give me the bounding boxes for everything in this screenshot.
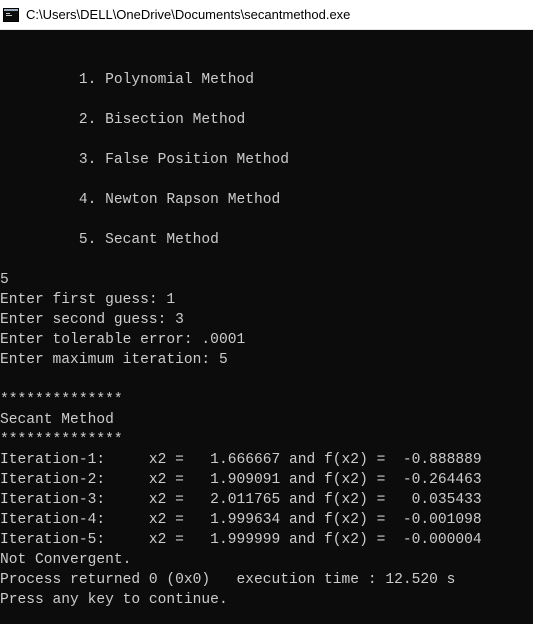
iteration-row: Iteration-1: x2 = 1.666667 and f(x2) = -…	[0, 452, 482, 468]
separator-bottom: **************	[0, 432, 123, 448]
title-bar[interactable]: C:\Users\DELL\OneDrive\Documents\secantm…	[0, 0, 533, 30]
iteration-row: Iteration-5: x2 = 1.999999 and f(x2) = -…	[0, 532, 482, 548]
prompt-second-guess: Enter second guess: 3	[0, 312, 184, 328]
console-app-icon	[3, 7, 19, 22]
console-window: C:\Users\DELL\OneDrive\Documents\secantm…	[0, 0, 533, 624]
continue-prompt: Press any key to continue.	[0, 592, 228, 608]
result-text: Not Convergent.	[0, 552, 132, 568]
process-status: Process returned 0 (0x0) execution time …	[0, 572, 456, 588]
window-title: C:\Users\DELL\OneDrive\Documents\secantm…	[26, 7, 351, 22]
iteration-row: Iteration-2: x2 = 1.909091 and f(x2) = -…	[0, 472, 482, 488]
method-title: Secant Method	[0, 412, 114, 428]
menu-item-polynomial: 1. Polynomial Method	[0, 72, 254, 88]
prompt-first-guess: Enter first guess: 1	[0, 292, 176, 308]
separator-top: **************	[0, 392, 123, 408]
menu-item-false-position: 3. False Position Method	[0, 152, 290, 168]
console-output[interactable]: 1. Polynomial Method 2. Bisection Method…	[0, 30, 533, 624]
user-choice: 5	[0, 272, 9, 288]
menu-item-newton-rapson: 4. Newton Rapson Method	[0, 192, 281, 208]
iteration-row: Iteration-3: x2 = 2.011765 and f(x2) = 0…	[0, 492, 482, 508]
menu-item-secant: 5. Secant Method	[0, 232, 219, 248]
prompt-max-iteration: Enter maximum iteration: 5	[0, 352, 228, 368]
iteration-row: Iteration-4: x2 = 1.999634 and f(x2) = -…	[0, 512, 482, 528]
menu-item-bisection: 2. Bisection Method	[0, 112, 246, 128]
prompt-tolerable-error: Enter tolerable error: .0001	[0, 332, 246, 348]
